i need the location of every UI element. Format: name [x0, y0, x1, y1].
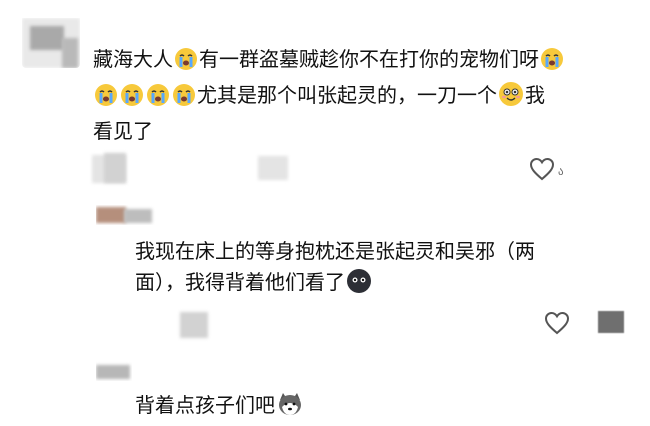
avatar[interactable] — [22, 18, 80, 68]
crying-face-emoji — [172, 83, 196, 116]
smiling-face-emoji — [498, 81, 524, 116]
reply-1-comment-button[interactable] — [598, 311, 624, 333]
comment-part-1: 藏海大人 — [93, 47, 173, 71]
comment-part-3: 尤其是那个叫张起灵的，一刀一个 — [197, 83, 497, 107]
heart-icon — [544, 311, 570, 335]
crying-face-emoji — [540, 47, 564, 80]
comment-part-2: 有一群盗墓贼趁你不在打你的宠物们呀 — [199, 47, 539, 71]
crying-face-emoji — [174, 47, 198, 80]
like-count-blurred: ა — [558, 165, 564, 178]
reply-2-avatar[interactable] — [96, 361, 132, 381]
reply-1-line-1: 我现在床上的等身抱枕还是张起灵和吴邪（两 — [135, 239, 535, 263]
comment-meta-blurred — [258, 156, 288, 180]
crying-face-emoji — [146, 83, 170, 116]
reply-1-like-button[interactable] — [544, 311, 570, 335]
reply-1-text: 我现在床上的等身抱枕还是张起灵和吴邪（两 面），我得背着他们看了 — [135, 236, 640, 303]
heart-icon — [529, 157, 555, 181]
comment-text: 藏海大人 有一群盗墓贼趁你不在打你的宠物们呀 尤其是那个叫张起灵的，一刀一个 我看见了 — [93, 44, 638, 147]
like-button[interactable] — [529, 157, 555, 181]
dark-face-emoji — [346, 268, 372, 303]
crying-face-emoji — [94, 83, 118, 116]
comment-part-5: 看见了 — [93, 119, 153, 143]
reply-1-meta-blurred — [180, 312, 208, 338]
comment-meta-blurred — [104, 153, 126, 183]
crying-face-emoji — [120, 83, 144, 116]
comment-part-4: 我 — [525, 83, 545, 107]
reply-1-line-2: 面），我得背着他们看了 — [135, 270, 345, 294]
reply-avatar[interactable] — [96, 205, 156, 225]
reply-2-text-content: 背着点孩子们吧 — [135, 393, 275, 417]
